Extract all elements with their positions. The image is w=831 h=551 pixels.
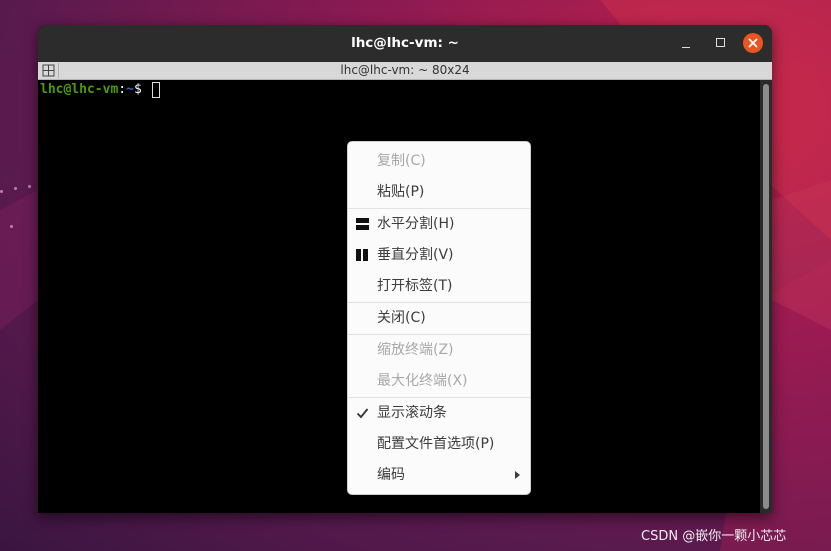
maximize-icon	[715, 38, 725, 47]
menu-item-label: 缩放终端(Z)	[377, 342, 454, 358]
menu-item-zoom-terminal[interactable]: 缩放终端(Z)	[348, 335, 530, 365]
menu-item-label: 配置文件首选项(P)	[377, 436, 495, 452]
prompt-path: ~	[126, 82, 134, 97]
menu-item-profile-preferences[interactable]: 配置文件首选项(P)	[348, 429, 530, 459]
menu-item-encoding[interactable]: 编码	[348, 460, 530, 490]
tab-bar: lhc@lhc-vm: ~ 80x24	[38, 62, 772, 80]
prompt-colon: :	[118, 82, 127, 97]
menu-item-label: 垂直分割(V)	[377, 247, 454, 263]
menu-item-label: 复制(C)	[377, 153, 426, 169]
window-title: lhc@lhc-vm: ~	[351, 35, 459, 51]
checkmark-icon	[356, 408, 369, 419]
menu-item-label: 显示滚动条	[377, 405, 447, 421]
minimize-button[interactable]	[676, 33, 696, 53]
close-button[interactable]	[743, 33, 763, 53]
menu-item-label: 水平分割(H)	[377, 216, 455, 232]
maximize-button[interactable]	[710, 33, 730, 53]
menu-item-copy[interactable]: 复制(C)	[348, 146, 530, 176]
menu-item-open-tab[interactable]: 打开标签(T)	[348, 271, 530, 301]
horizontal-split-icon	[356, 218, 369, 230]
wallpaper-dot	[10, 225, 13, 228]
menu-item-maximize-terminal[interactable]: 最大化终端(X)	[348, 366, 530, 396]
close-icon	[748, 38, 758, 48]
menu-item-paste[interactable]: 粘贴(P)	[348, 177, 530, 207]
scrollbar-thumb[interactable]	[763, 84, 769, 509]
menu-item-show-scrollbar[interactable]: 显示滚动条	[348, 398, 530, 428]
menu-item-split-horizontal[interactable]: 水平分割(H)	[348, 209, 530, 239]
menu-item-label: 粘贴(P)	[377, 184, 425, 200]
context-menu: 复制(C) 粘贴(P) 水平分割(H) 垂直分割(V) 打开标签(T) 关闭(C…	[347, 141, 531, 495]
menu-item-label: 打开标签(T)	[377, 278, 453, 294]
watermark: CSDN @嵌你一颗小芯芯	[641, 529, 787, 544]
minimize-icon	[682, 46, 690, 49]
prompt-user: lhc@lhc-vm	[40, 82, 119, 97]
menu-item-label: 编码	[377, 467, 405, 483]
menu-item-split-vertical[interactable]: 垂直分割(V)	[348, 240, 530, 270]
menu-item-close[interactable]: 关闭(C)	[348, 303, 530, 333]
shell-prompt: lhc@lhc-vm:~$	[40, 82, 160, 98]
title-bar[interactable]: lhc@lhc-vm: ~	[38, 25, 772, 62]
menu-item-label: 最大化终端(X)	[377, 373, 468, 389]
vertical-split-icon	[356, 249, 368, 261]
menu-item-label: 关闭(C)	[377, 310, 426, 326]
prompt-dollar: $	[133, 82, 150, 97]
wallpaper-dot	[28, 185, 31, 188]
submenu-arrow-icon	[515, 471, 520, 479]
vertical-scrollbar[interactable]	[760, 80, 772, 513]
wallpaper-dot	[14, 187, 17, 190]
wallpaper-dot	[0, 190, 3, 193]
text-cursor	[151, 82, 160, 98]
tab-title[interactable]: lhc@lhc-vm: ~ 80x24	[38, 62, 772, 79]
